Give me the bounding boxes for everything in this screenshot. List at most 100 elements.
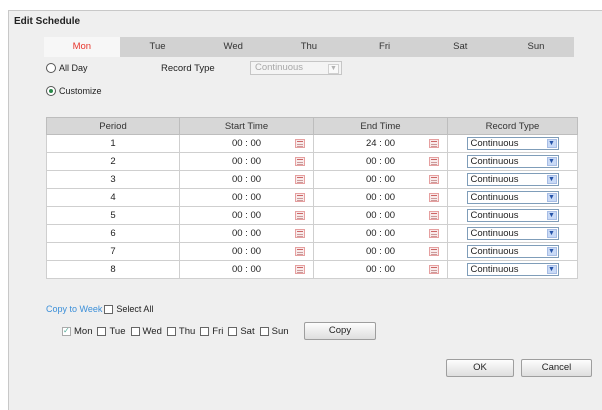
record-type-select[interactable]: Continuous ▼: [466, 173, 559, 186]
calendar-icon[interactable]: [429, 247, 439, 256]
start-time-cell[interactable]: 00 : 00: [179, 134, 314, 153]
start-time-value: 00 : 00: [231, 228, 262, 239]
calendar-icon[interactable]: [295, 229, 305, 238]
thu-checkbox[interactable]: [166, 327, 176, 336]
start-time-cell[interactable]: 00 : 00: [179, 188, 314, 207]
chevron-down-icon: ▼: [546, 229, 557, 238]
mon-checkbox[interactable]: [62, 326, 71, 336]
tue-checkbox[interactable]: [97, 327, 107, 336]
tab-tue[interactable]: Tue: [119, 37, 196, 57]
end-time-cell[interactable]: 00 : 00: [313, 206, 448, 225]
tab-thu[interactable]: Thu: [271, 37, 347, 57]
record-type-cell: Continuous ▼: [447, 152, 578, 171]
tab-sat[interactable]: Sat: [422, 37, 499, 57]
wed-label: Wed: [142, 326, 162, 337]
end-time-value: 00 : 00: [365, 246, 396, 257]
mon-label: Mon: [74, 326, 93, 337]
calendar-icon[interactable]: [295, 211, 305, 220]
record-type-option: Continuous: [470, 192, 519, 203]
record-type-select[interactable]: Continuous ▼: [466, 209, 559, 222]
sat-label: Sat: [240, 326, 255, 337]
thu-label: Thu: [178, 326, 196, 337]
tab-wed[interactable]: Wed: [195, 37, 272, 57]
select-all-checkbox[interactable]: [104, 304, 114, 314]
calendar-icon[interactable]: [429, 157, 439, 166]
end-time-cell[interactable]: 00 : 00: [313, 260, 448, 279]
ok-button[interactable]: OK: [446, 359, 514, 377]
calendar-icon[interactable]: [429, 211, 439, 220]
record-type-select[interactable]: Continuous ▼: [466, 227, 559, 240]
sat-checkbox[interactable]: [228, 327, 238, 336]
end-time-cell[interactable]: 00 : 00: [313, 170, 448, 189]
calendar-icon[interactable]: [295, 175, 305, 184]
schedule-table: Period Start Time End Time Record Type 1…: [46, 117, 578, 279]
chevron-down-icon: ▼: [546, 157, 557, 166]
table-header-row: Period Start Time End Time Record Type: [46, 117, 578, 135]
start-time-cell[interactable]: 00 : 00: [179, 242, 314, 261]
record-type-label: Record Type: [161, 63, 215, 74]
calendar-icon[interactable]: [295, 247, 305, 256]
chevron-down-icon: ▼: [546, 247, 557, 256]
record-type-select[interactable]: Continuous ▼: [466, 191, 559, 204]
chevron-down-icon: ▼: [546, 139, 557, 148]
record-type-select[interactable]: Continuous ▼: [466, 263, 559, 276]
end-time-cell[interactable]: 00 : 00: [313, 242, 448, 261]
record-type-value: Continuous: [255, 62, 304, 73]
period-cell: 8: [46, 260, 180, 279]
chevron-down-icon: ▼: [546, 211, 557, 220]
customize-radio[interactable]: Customize: [46, 86, 102, 96]
end-time-value: 00 : 00: [365, 228, 396, 239]
customize-label: Customize: [59, 86, 102, 96]
fri-checkbox[interactable]: [200, 327, 210, 336]
end-time-cell[interactable]: 24 : 00: [313, 134, 448, 153]
chevron-down-icon: ▼: [546, 175, 557, 184]
table-row: 5 00 : 00 00 : 00 Continuous ▼: [46, 206, 578, 225]
period-cell: 5: [46, 206, 180, 225]
wed-checkbox[interactable]: [130, 327, 140, 336]
end-time-value: 00 : 00: [365, 156, 396, 167]
chevron-down-icon: ▼: [546, 265, 557, 274]
calendar-icon[interactable]: [295, 193, 305, 202]
record-type-option: Continuous: [470, 264, 519, 275]
all-day-label: All Day: [59, 63, 88, 73]
all-day-radio[interactable]: All Day: [46, 63, 88, 73]
period-cell: 3: [46, 170, 180, 189]
table-row: 6 00 : 00 00 : 00 Continuous ▼: [46, 224, 578, 243]
start-time-cell[interactable]: 00 : 00: [179, 260, 314, 279]
record-type-select[interactable]: Continuous ▼: [466, 155, 559, 168]
end-time-cell[interactable]: 00 : 00: [313, 152, 448, 171]
end-time-cell[interactable]: 00 : 00: [313, 224, 448, 243]
start-time-cell[interactable]: 00 : 00: [179, 224, 314, 243]
col-header-end-time: End Time: [313, 117, 448, 135]
period-cell: 6: [46, 224, 180, 243]
copy-button[interactable]: Copy: [304, 322, 376, 340]
copy-day-wed: Wed: [130, 326, 162, 337]
tab-sun[interactable]: Sun: [498, 37, 574, 57]
chevron-down-icon: ▼: [328, 64, 339, 74]
sun-checkbox[interactable]: [259, 327, 269, 336]
end-time-cell[interactable]: 00 : 00: [313, 188, 448, 207]
calendar-icon[interactable]: [429, 139, 439, 148]
tab-fri[interactable]: Fri: [346, 37, 423, 57]
calendar-icon[interactable]: [429, 193, 439, 202]
table-row: 2 00 : 00 00 : 00 Continuous ▼: [46, 152, 578, 171]
calendar-icon[interactable]: [295, 139, 305, 148]
record-type-cell: Continuous ▼: [447, 134, 578, 153]
record-type-select[interactable]: Continuous ▼: [466, 245, 559, 258]
start-time-value: 00 : 00: [231, 192, 262, 203]
start-time-cell[interactable]: 00 : 00: [179, 152, 314, 171]
calendar-icon[interactable]: [429, 175, 439, 184]
tab-mon[interactable]: Mon: [44, 37, 120, 57]
radio-icon: [46, 63, 56, 73]
calendar-icon[interactable]: [429, 265, 439, 274]
calendar-icon[interactable]: [295, 265, 305, 274]
record-type-select[interactable]: Continuous ▼: [466, 137, 559, 150]
cancel-button[interactable]: Cancel: [521, 359, 592, 377]
start-time-cell[interactable]: 00 : 00: [179, 170, 314, 189]
calendar-icon[interactable]: [295, 157, 305, 166]
period-cell: 4: [46, 188, 180, 207]
record-type-option: Continuous: [470, 246, 519, 257]
start-time-cell[interactable]: 00 : 00: [179, 206, 314, 225]
calendar-icon[interactable]: [429, 229, 439, 238]
copy-to-week-link[interactable]: Copy to Week: [46, 304, 102, 314]
